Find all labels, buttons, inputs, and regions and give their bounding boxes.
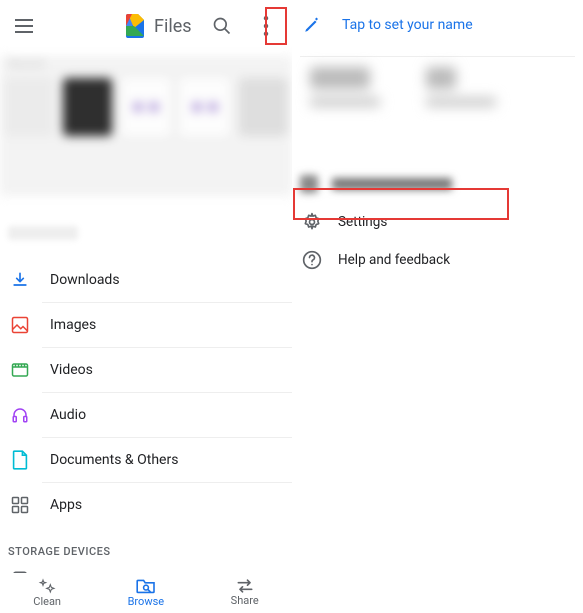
storage-section-title: STORAGE DEVICES (8, 545, 292, 558)
app-header: Files (0, 0, 292, 52)
category-documents[interactable]: Documents & Others (0, 438, 292, 482)
menu-settings[interactable]: Settings (292, 203, 583, 241)
overflow-menu-panel: Tap to set your name Settings Help and f… (292, 0, 583, 613)
nav-share[interactable]: Share (231, 579, 259, 607)
search-icon[interactable] (210, 14, 234, 38)
folder-search-icon (136, 578, 156, 594)
nav-label: Clean (33, 595, 61, 608)
nav-browse[interactable]: Browse (128, 578, 165, 608)
category-audio[interactable]: Audio (0, 393, 292, 437)
sparkle-icon (38, 578, 56, 594)
category-label: Apps (50, 497, 82, 513)
category-label: Downloads (50, 272, 120, 288)
edit-icon[interactable] (300, 13, 324, 37)
nav-label: Browse (128, 595, 165, 608)
app-title: Files (154, 16, 192, 37)
category-heading-blurred (8, 226, 78, 240)
category-label: Images (50, 317, 96, 333)
gear-icon (302, 212, 322, 232)
menu-label: Settings (338, 214, 387, 230)
app-brand: Files (126, 14, 192, 38)
bottom-nav: Clean Browse Share (0, 573, 292, 613)
image-icon (10, 315, 30, 335)
category-downloads[interactable]: Downloads (0, 258, 292, 302)
menu-help[interactable]: Help and feedback (292, 241, 583, 279)
set-name-link[interactable]: Tap to set your name (342, 17, 473, 33)
menu-item-blurred (292, 171, 583, 203)
category-label: Videos (50, 362, 93, 378)
headphones-icon (10, 405, 30, 425)
nav-label: Share (231, 594, 259, 607)
apps-icon (10, 495, 30, 515)
category-videos[interactable]: Videos (0, 348, 292, 392)
name-header: Tap to set your name (292, 0, 583, 56)
menu-label: Help and feedback (338, 252, 450, 268)
nav-clean[interactable]: Clean (33, 578, 61, 608)
category-label: Audio (50, 407, 86, 423)
overflow-menu-icon[interactable] (254, 14, 278, 38)
transfer-icon (235, 579, 255, 593)
video-icon (10, 360, 30, 380)
category-apps[interactable]: Apps (0, 483, 292, 527)
files-logo-icon (126, 14, 146, 38)
help-icon (302, 250, 322, 270)
recent-section-blurred: Recent (0, 56, 292, 196)
category-images[interactable]: Images (0, 303, 292, 347)
files-app-panel: Files Recent Downloads (0, 0, 292, 613)
category-label: Documents & Others (50, 452, 178, 468)
menu-icon[interactable] (12, 14, 36, 38)
storage-stats-blurred (310, 67, 569, 147)
categories-section: Downloads Images Videos Audio (0, 196, 292, 605)
document-icon (10, 450, 30, 470)
download-icon (10, 270, 30, 290)
